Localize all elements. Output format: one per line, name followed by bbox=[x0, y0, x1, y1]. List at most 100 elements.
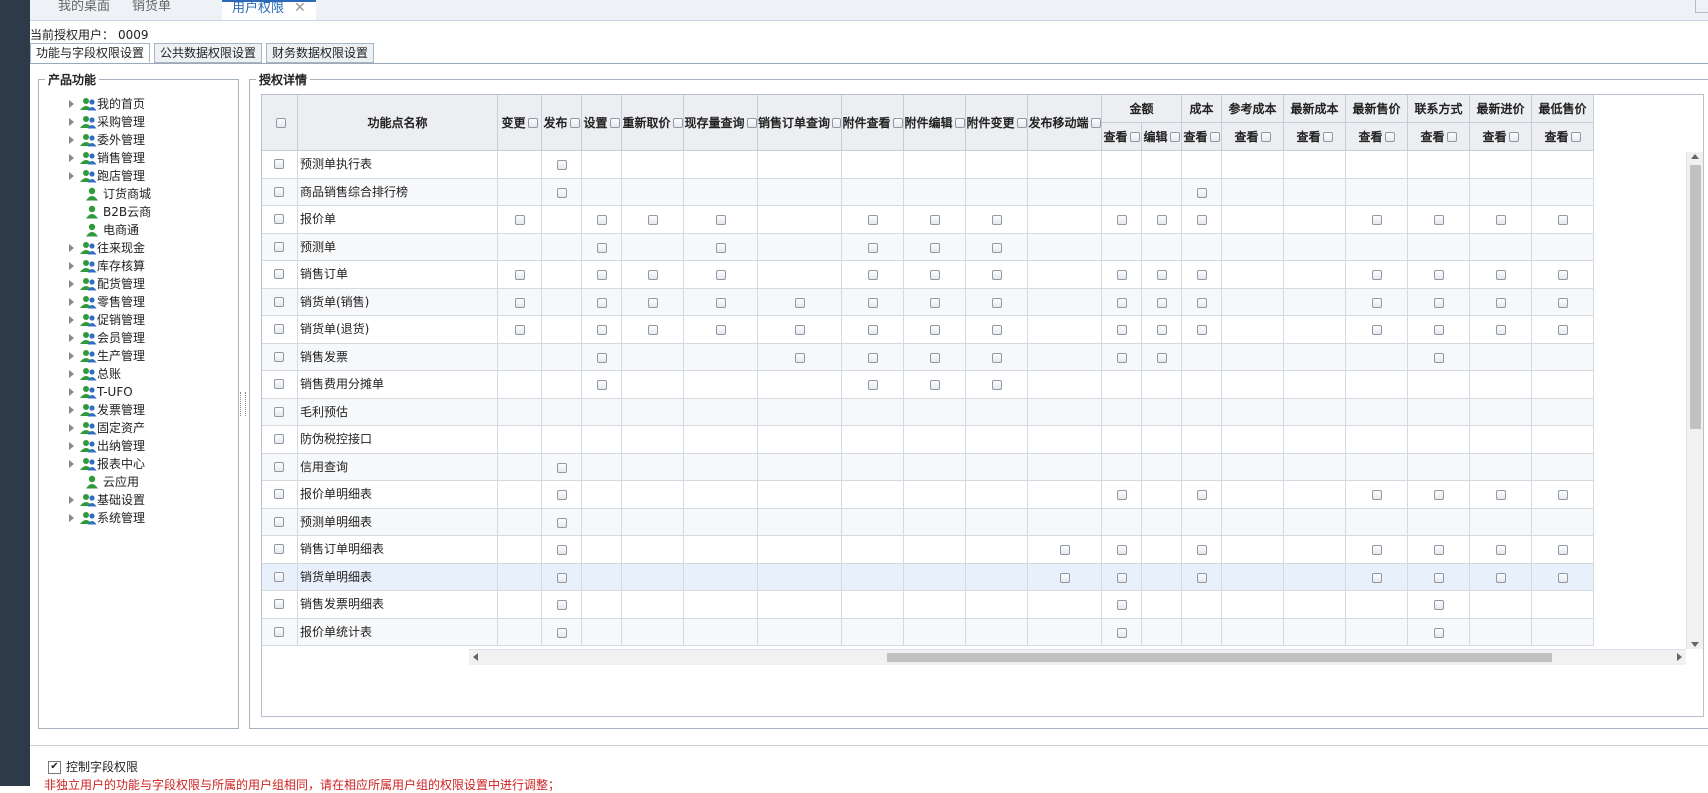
permission-checkbox[interactable] bbox=[1117, 352, 1127, 363]
subtab-function-field[interactable]: 功能与字段权限设置 bbox=[30, 43, 151, 63]
row-checkbox[interactable] bbox=[274, 186, 284, 197]
row-checkbox[interactable] bbox=[274, 324, 284, 334]
permission-checkbox[interactable] bbox=[868, 270, 878, 280]
permission-checkbox[interactable] bbox=[930, 270, 940, 280]
tab-user-permission[interactable]: 用户权限 ✕ bbox=[222, 0, 316, 20]
panel-splitter[interactable] bbox=[240, 392, 246, 416]
expand-arrow-icon[interactable] bbox=[69, 406, 74, 414]
permission-checkbox[interactable] bbox=[1496, 325, 1506, 335]
expand-arrow-icon[interactable] bbox=[69, 280, 74, 288]
permission-checkbox[interactable] bbox=[1157, 297, 1167, 308]
permission-checkbox[interactable] bbox=[1197, 270, 1207, 280]
expand-arrow-icon[interactable] bbox=[69, 136, 74, 144]
permission-checkbox[interactable] bbox=[1157, 325, 1167, 335]
expand-arrow-icon[interactable] bbox=[69, 118, 74, 126]
permission-checkbox[interactable] bbox=[597, 270, 607, 280]
scroll-down-icon[interactable] bbox=[1691, 642, 1699, 647]
permission-checkbox[interactable] bbox=[716, 242, 726, 253]
column-select-checkbox[interactable] bbox=[1090, 117, 1101, 128]
permission-checkbox[interactable] bbox=[597, 242, 607, 253]
permission-checkbox[interactable] bbox=[930, 380, 940, 390]
expand-arrow-icon[interactable] bbox=[69, 514, 74, 522]
permission-checkbox[interactable] bbox=[1496, 572, 1506, 583]
permission-checkbox[interactable] bbox=[992, 297, 1002, 308]
permission-checkbox[interactable] bbox=[648, 215, 658, 225]
permission-checkbox[interactable] bbox=[1117, 215, 1127, 225]
row-checkbox[interactable] bbox=[274, 214, 284, 224]
permission-checkbox[interactable] bbox=[1434, 600, 1444, 610]
permission-checkbox[interactable] bbox=[1117, 600, 1127, 610]
column-select-checkbox[interactable] bbox=[832, 117, 841, 128]
subtab-finance-data[interactable]: 财务数据权限设置 bbox=[266, 43, 375, 63]
permission-checkbox[interactable] bbox=[1558, 270, 1568, 280]
permission-checkbox[interactable] bbox=[1496, 270, 1506, 280]
permission-checkbox[interactable] bbox=[1434, 545, 1444, 555]
expand-arrow-icon[interactable] bbox=[69, 334, 74, 342]
permission-checkbox[interactable] bbox=[716, 215, 726, 225]
permission-checkbox[interactable] bbox=[1434, 325, 1444, 335]
tab-sales-delivery[interactable]: 销货单 bbox=[132, 0, 171, 20]
permission-checkbox[interactable] bbox=[795, 352, 805, 363]
column-select-checkbox[interactable] bbox=[1570, 131, 1581, 142]
permission-checkbox[interactable] bbox=[1496, 297, 1506, 308]
permission-checkbox[interactable] bbox=[1117, 297, 1127, 308]
column-select-checkbox[interactable] bbox=[609, 117, 620, 128]
row-checkbox[interactable] bbox=[274, 434, 284, 444]
permission-checkbox[interactable] bbox=[1434, 627, 1444, 638]
row-checkbox[interactable] bbox=[274, 544, 284, 554]
scroll-thumb[interactable] bbox=[1690, 165, 1701, 429]
permission-checkbox[interactable] bbox=[1372, 572, 1382, 583]
scroll-thumb[interactable] bbox=[887, 653, 1552, 662]
column-select-checkbox[interactable] bbox=[1508, 131, 1519, 142]
permission-checkbox[interactable] bbox=[1157, 352, 1167, 363]
permission-checkbox[interactable] bbox=[1372, 215, 1382, 225]
permission-checkbox[interactable] bbox=[1197, 325, 1207, 335]
permission-checkbox[interactable] bbox=[1496, 545, 1506, 555]
permission-checkbox[interactable] bbox=[930, 242, 940, 253]
check-icon[interactable]: ✔ bbox=[48, 761, 61, 774]
expand-arrow-icon[interactable] bbox=[69, 496, 74, 504]
column-select-checkbox[interactable] bbox=[1260, 131, 1271, 142]
column-select-checkbox[interactable] bbox=[954, 117, 965, 128]
permission-checkbox[interactable] bbox=[1558, 490, 1568, 500]
permission-checkbox[interactable] bbox=[1558, 545, 1568, 555]
column-select-checkbox[interactable] bbox=[1209, 131, 1220, 142]
permission-checkbox[interactable] bbox=[868, 242, 878, 253]
expand-arrow-icon[interactable] bbox=[69, 442, 74, 450]
permission-checkbox[interactable] bbox=[1496, 215, 1506, 225]
permission-checkbox[interactable] bbox=[1558, 215, 1568, 225]
permission-checkbox[interactable] bbox=[1558, 572, 1568, 583]
expand-arrow-icon[interactable] bbox=[69, 244, 74, 252]
permission-checkbox[interactable] bbox=[716, 297, 726, 308]
select-all-checkbox[interactable] bbox=[275, 117, 286, 128]
expand-arrow-icon[interactable] bbox=[69, 424, 74, 432]
row-checkbox[interactable] bbox=[274, 516, 284, 527]
permission-checkbox[interactable] bbox=[1117, 270, 1127, 280]
scroll-right-icon[interactable] bbox=[1677, 653, 1682, 661]
permission-checkbox[interactable] bbox=[515, 297, 525, 308]
column-select-checkbox[interactable] bbox=[1169, 131, 1180, 142]
permission-checkbox[interactable] bbox=[597, 325, 607, 335]
permission-checkbox[interactable] bbox=[648, 270, 658, 280]
vertical-scrollbar[interactable] bbox=[1686, 152, 1703, 649]
permission-checkbox[interactable] bbox=[597, 215, 607, 225]
permission-checkbox[interactable] bbox=[1117, 545, 1127, 555]
subtab-public-data[interactable]: 公共数据权限设置 bbox=[154, 43, 263, 63]
permission-checkbox[interactable] bbox=[868, 297, 878, 308]
control-field-option[interactable]: ✔ 控制字段权限 bbox=[48, 758, 138, 775]
expand-arrow-icon[interactable] bbox=[69, 316, 74, 324]
permission-checkbox[interactable] bbox=[1157, 270, 1167, 280]
column-select-checkbox[interactable] bbox=[1129, 131, 1140, 142]
permission-checkbox[interactable] bbox=[557, 600, 567, 610]
column-select-checkbox[interactable] bbox=[672, 117, 683, 128]
permission-checkbox[interactable] bbox=[795, 325, 805, 335]
column-select-checkbox[interactable] bbox=[569, 117, 580, 128]
permission-checkbox[interactable] bbox=[557, 462, 567, 473]
permission-checkbox[interactable] bbox=[1117, 627, 1127, 638]
permission-checkbox[interactable] bbox=[992, 270, 1002, 280]
row-checkbox[interactable] bbox=[274, 379, 284, 389]
permission-checkbox[interactable] bbox=[648, 297, 658, 308]
row-checkbox[interactable] bbox=[274, 489, 284, 499]
row-checkbox[interactable] bbox=[274, 269, 284, 279]
permission-checkbox[interactable] bbox=[930, 215, 940, 225]
